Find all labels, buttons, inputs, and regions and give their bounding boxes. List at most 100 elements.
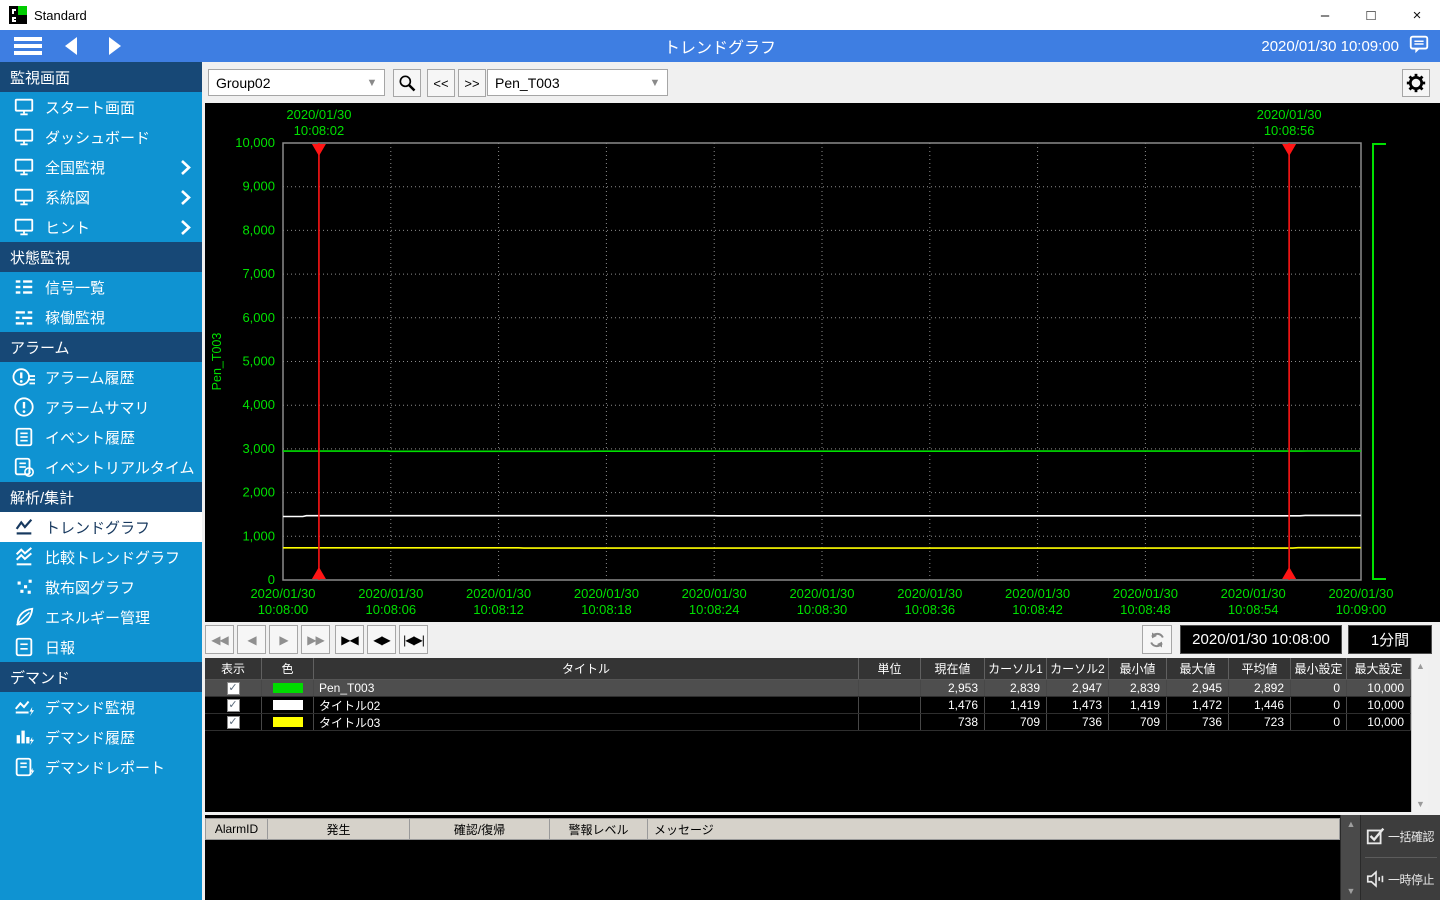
cursors-together-button[interactable]: ▶◀ — [335, 625, 364, 654]
sidebar-item[interactable]: スタート画面 — [0, 92, 202, 122]
pen-table-row[interactable]: ✓Pen_T0032,9532,8392,9472,8392,9452,8920… — [205, 680, 1411, 697]
alarm-list[interactable] — [205, 840, 1340, 900]
svg-text:7,000: 7,000 — [242, 266, 275, 281]
alarm-column-header: 警報レベル — [550, 819, 648, 839]
alarm-scrollbar[interactable]: ▲ ▼ — [1340, 815, 1360, 900]
time-span-button[interactable]: 1分間 — [1348, 625, 1432, 654]
scroll-forward-button[interactable]: ▶ — [269, 625, 298, 654]
acknowledge-all-button[interactable]: 一括確認 — [1361, 815, 1440, 857]
daily-report-icon — [12, 635, 36, 659]
svg-text:10:08:18: 10:08:18 — [581, 602, 632, 617]
sidebar-item[interactable]: デマンド履歴 — [0, 722, 202, 752]
trend-chart[interactable]: 01,0002,0003,0004,0005,0006,0007,0008,00… — [205, 103, 1440, 622]
compare-trend-icon — [12, 545, 36, 569]
sidebar-item-label: ダッシュボード — [45, 127, 150, 148]
comment-icon[interactable] — [1408, 33, 1430, 59]
next-group-button[interactable]: >> — [458, 69, 486, 97]
main-area: Group02 ▼ << >> Pen_T003 ▼ 01,0002,0003,… — [202, 62, 1440, 900]
pen-table-column-header: 色 — [262, 658, 314, 679]
refresh-button[interactable] — [1142, 625, 1172, 654]
maximize-button[interactable]: □ — [1348, 0, 1394, 30]
scroll-down-icon[interactable]: ▼ — [1341, 886, 1361, 896]
group-select[interactable]: Group02 ▼ — [208, 69, 385, 96]
demand-report-icon — [12, 755, 36, 779]
sidebar-item[interactable]: 信号一覧 — [0, 272, 202, 302]
sidebar-item[interactable]: エネルギー管理 — [0, 602, 202, 632]
speaker-icon — [1364, 867, 1388, 891]
svg-text:10:08:36: 10:08:36 — [904, 602, 955, 617]
pen-table-row[interactable]: ✓タイトル021,4761,4191,4731,4191,4721,446010… — [205, 697, 1411, 714]
cursors-edges-button[interactable]: |◀▶| — [399, 625, 428, 654]
pen-min_set: 0 — [1291, 680, 1347, 696]
svg-text:2020/01/30: 2020/01/30 — [250, 586, 315, 601]
pause-sound-button[interactable]: 一時停止 — [1361, 858, 1440, 900]
scroll-end-button[interactable]: ▶▶ — [301, 625, 330, 654]
sidebar-item[interactable]: デマンド監視 — [0, 692, 202, 722]
chart-start-datetime[interactable]: 2020/01/30 10:08:00 — [1180, 625, 1342, 654]
sidebar-item[interactable]: 系統図 — [0, 182, 202, 212]
svg-text:1,000: 1,000 — [242, 528, 275, 543]
alarm-column-header: 発生 — [268, 819, 410, 839]
search-button[interactable] — [393, 69, 421, 97]
alarm-column-header: AlarmID — [206, 819, 268, 839]
svg-text:2020/01/30: 2020/01/30 — [358, 586, 423, 601]
pen-table-column-header: タイトル — [314, 658, 859, 679]
settings-button[interactable] — [1402, 69, 1430, 97]
sidebar-item-label: アラームサマリ — [45, 397, 150, 418]
scroll-start-button[interactable]: ◀◀ — [205, 625, 234, 654]
sidebar-item[interactable]: イベント履歴 — [0, 422, 202, 452]
svg-text:4,000: 4,000 — [242, 397, 275, 412]
sidebar-item[interactable]: アラームサマリ — [0, 392, 202, 422]
pen-title: タイトル03 — [314, 714, 859, 730]
sidebar-item[interactable]: 全国監視 — [0, 152, 202, 182]
pen-color-swatch — [273, 700, 303, 710]
sidebar-item-label: イベント履歴 — [45, 427, 135, 448]
scroll-back-button[interactable]: ◀ — [237, 625, 266, 654]
sidebar-item[interactable]: デマンドレポート — [0, 752, 202, 782]
visibility-checkbox[interactable]: ✓ — [227, 716, 240, 729]
pen-table-row[interactable]: ✓タイトル03738709736709736723010,000 — [205, 714, 1411, 731]
sidebar-item[interactable]: 稼働監視 — [0, 302, 202, 332]
pen-table-column-header: 単位 — [859, 658, 921, 679]
sidebar-item[interactable]: ヒント — [0, 212, 202, 242]
scroll-up-icon[interactable]: ▲ — [1412, 658, 1429, 674]
chart-nav-row: ◀◀◀▶▶▶▶◀◀▶|◀▶| 2020/01/30 10:08:00 1分間 — [202, 622, 1440, 658]
prev-group-button[interactable]: << — [427, 69, 455, 97]
menu-icon[interactable] — [14, 37, 42, 55]
back-button[interactable] — [56, 33, 86, 59]
alarm-column-header: メッセージ — [648, 819, 1339, 839]
close-button[interactable]: × — [1394, 0, 1440, 30]
pen-table-column-header: カーソル1 — [985, 658, 1047, 679]
svg-text:8,000: 8,000 — [242, 222, 275, 237]
pen-max_set: 10,000 — [1347, 714, 1411, 730]
pen-select[interactable]: Pen_T003 ▼ — [487, 69, 668, 96]
pen-cursor1: 709 — [985, 714, 1047, 730]
scroll-down-icon[interactable]: ▼ — [1412, 796, 1429, 812]
sidebar-section-header: 監視画面 — [0, 62, 202, 92]
monitor-icon — [12, 185, 36, 209]
visibility-checkbox[interactable]: ✓ — [227, 699, 240, 712]
sidebar-item[interactable]: アラーム履歴 — [0, 362, 202, 392]
visibility-checkbox[interactable]: ✓ — [227, 682, 240, 695]
sidebar-item[interactable]: 散布図グラフ — [0, 572, 202, 602]
sidebar: 監視画面スタート画面ダッシュボード全国監視系統図ヒント状態監視信号一覧稼働監視ア… — [0, 62, 202, 900]
sidebar-item[interactable]: ダッシュボード — [0, 122, 202, 152]
sidebar-item[interactable]: 比較トレンドグラフ — [0, 542, 202, 572]
sidebar-item[interactable]: トレンドグラフ — [0, 512, 202, 542]
sidebar-item[interactable]: 日報 — [0, 632, 202, 662]
pen-title: タイトル02 — [314, 697, 859, 713]
pen-max_set: 10,000 — [1347, 697, 1411, 713]
pen-avg: 2,892 — [1229, 680, 1291, 696]
forward-button[interactable] — [100, 33, 130, 59]
event-history-icon — [12, 425, 36, 449]
chevron-right-icon — [179, 219, 192, 240]
scroll-up-icon[interactable]: ▲ — [1341, 819, 1361, 829]
svg-text:10:08:06: 10:08:06 — [365, 602, 416, 617]
sidebar-item[interactable]: イベントリアルタイム — [0, 452, 202, 482]
alarm-summary-icon — [12, 395, 36, 419]
svg-text:9,000: 9,000 — [242, 179, 275, 194]
cursors-apart-button[interactable]: ◀▶ — [367, 625, 396, 654]
minimize-button[interactable]: – — [1302, 0, 1348, 30]
pen-table-scrollbar[interactable]: ▲ ▼ — [1411, 658, 1428, 812]
pen-current: 1,476 — [921, 697, 985, 713]
